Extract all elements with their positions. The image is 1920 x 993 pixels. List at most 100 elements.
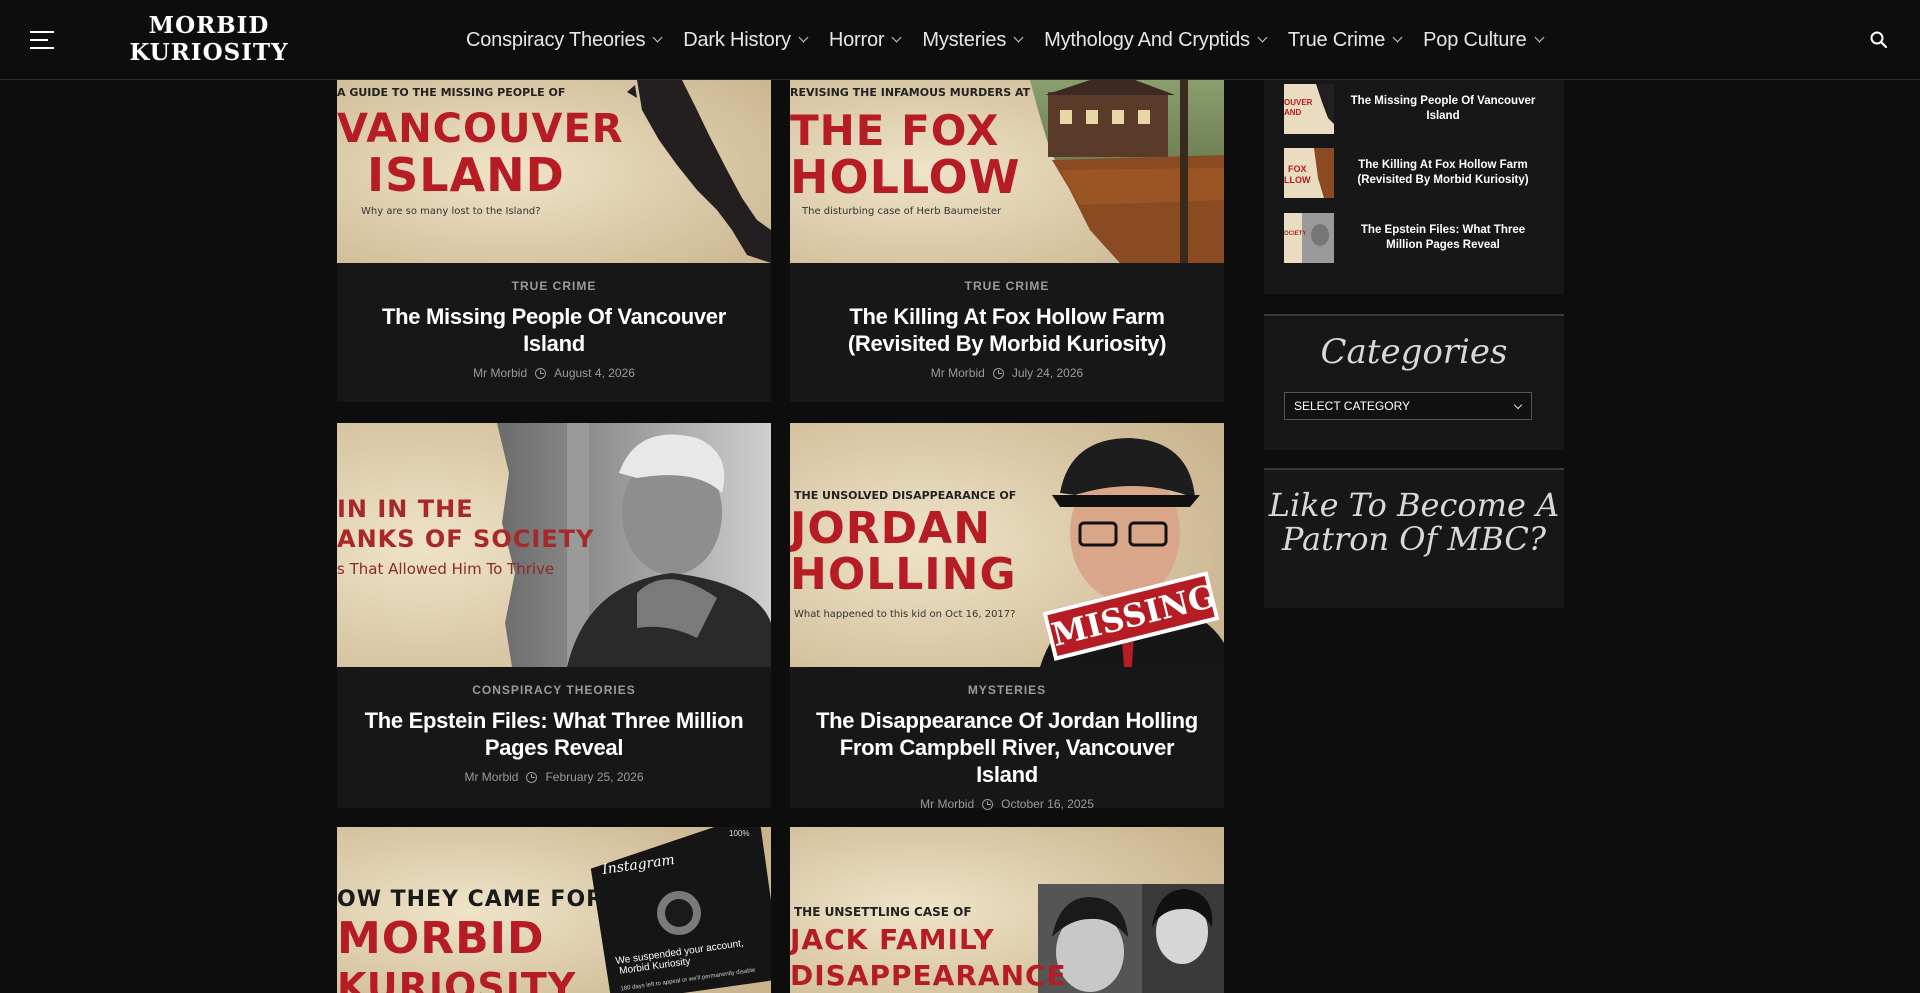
image-caption-top: THE UNSOLVED DISAPPEARANCE OF <box>794 489 1017 502</box>
post-card[interactable]: IN IN THE ANKS OF SOCIETY s That Allowed… <box>337 423 771 808</box>
image-caption-top: REVISING THE INFAMOUS MURDERS AT <box>790 86 1031 99</box>
nav-label: True Crime <box>1287 28 1386 51</box>
search-icon[interactable] <box>1870 31 1887 48</box>
post-card[interactable]: A GUIDE TO THE MISSING PEOPLE OF VANCOUV… <box>337 80 771 402</box>
post-thumbnail[interactable]: THE UNSETTLING CASE OF JACK FAMILY DISAP… <box>790 827 1224 993</box>
nav-label: Pop Culture <box>1423 28 1527 51</box>
post-thumbnail[interactable]: 100% Instagram We suspended your account… <box>337 827 771 993</box>
image-caption-big: ISLAND <box>367 148 565 202</box>
image-caption-big: OW THEY CAME FOR <box>337 887 605 912</box>
post-category[interactable]: TRUE CRIME <box>790 279 1224 293</box>
image-caption-big: JACK FAMILY <box>790 923 995 956</box>
chevron-down-icon <box>1257 32 1268 43</box>
recent-post-title[interactable]: The Epstein Files: What Three Million Pa… <box>1334 223 1544 253</box>
post-card[interactable]: REVISING THE INFAMOUS MURDERS AT THE FOX… <box>790 80 1224 402</box>
post-meta: Mr Morbid July 24, 2026 <box>790 366 1224 380</box>
recent-post-title[interactable]: The Missing People Of Vancouver Island <box>1334 94 1544 124</box>
post-meta: Mr Morbid February 25, 2026 <box>337 770 771 784</box>
post-thumbnail[interactable]: REVISING THE INFAMOUS MURDERS AT THE FOX… <box>790 80 1224 263</box>
site-header: MORBID KURIOSITY Conspiracy Theories Dar… <box>0 0 1920 80</box>
thumb-text: OUVER <box>1284 98 1313 107</box>
clock-icon <box>535 367 547 379</box>
post-author[interactable]: Mr Morbid <box>920 797 974 811</box>
chevron-down-icon <box>652 32 663 43</box>
post-date: August 4, 2026 <box>554 366 635 380</box>
post-author[interactable]: Mr Morbid <box>473 366 527 380</box>
nav-label: Mythology And Cryptids <box>1044 28 1250 51</box>
phone-status: 100% <box>729 829 750 838</box>
post-card[interactable]: THE UNSOLVED DISAPPEARANCE OF JORDAN HOL… <box>790 423 1224 811</box>
image-caption-top: A GUIDE TO THE MISSING PEOPLE OF <box>337 86 566 99</box>
categories-widget: Categories SELECT CATEGORY <box>1264 314 1564 450</box>
post-title[interactable]: The Missing People Of Vancouver Island <box>337 303 771 357</box>
post-author[interactable]: Mr Morbid <box>464 770 518 784</box>
logo-line-1: MORBID <box>148 12 270 39</box>
patron-widget: Like To Become A Patron Of MBC? <box>1264 468 1564 608</box>
image-caption-big: HOLLING <box>790 549 1017 600</box>
patron-line-1: Like To Become A <box>1268 486 1560 524</box>
thumb-text: AND <box>1284 108 1302 117</box>
post-thumbnail[interactable]: THE UNSOLVED DISAPPEARANCE OF JORDAN HOL… <box>790 423 1224 667</box>
nav-label: Horror <box>828 28 885 51</box>
post-author[interactable]: Mr Morbid <box>931 366 985 380</box>
image-caption-big: THE FOX <box>790 106 1000 155</box>
recent-post-item[interactable]: OCIETY The Epstein Files: What Three Mil… <box>1284 213 1544 263</box>
recent-post-item[interactable]: OUVER AND The Missing People Of Vancouve… <box>1284 84 1544 134</box>
image-caption-big: ANKS OF SOCIETY <box>337 525 595 553</box>
post-category[interactable]: CONSPIRACY THEORIES <box>337 683 771 697</box>
category-select[interactable]: SELECT CATEGORY <box>1284 392 1532 420</box>
thumb-text: FOX <box>1288 164 1307 174</box>
chevron-down-icon <box>1392 32 1403 43</box>
post-title[interactable]: The Epstein Files: What Three Million Pa… <box>337 707 771 761</box>
post-category[interactable]: TRUE CRIME <box>337 279 771 293</box>
nav-label: Conspiracy Theories <box>466 28 646 51</box>
image-caption-big: MORBID <box>337 913 545 964</box>
thumb-text: LLOW <box>1284 175 1311 185</box>
post-title[interactable]: The Disappearance Of Jordan Holling From… <box>790 707 1224 788</box>
post-card[interactable]: 100% Instagram We suspended your account… <box>337 827 771 993</box>
site-logo[interactable]: MORBID KURIOSITY <box>128 12 290 66</box>
select-value: SELECT CATEGORY <box>1294 399 1411 413</box>
post-date: October 16, 2025 <box>1001 797 1094 811</box>
post-thumbnail[interactable]: A GUIDE TO THE MISSING PEOPLE OF VANCOUV… <box>337 80 771 263</box>
post-card[interactable]: THE UNSETTLING CASE OF JACK FAMILY DISAP… <box>790 827 1224 993</box>
nav-item-horror[interactable]: Horror <box>828 28 902 52</box>
post-meta: Mr Morbid October 16, 2025 <box>790 797 1224 811</box>
clock-icon <box>992 367 1004 379</box>
menu-icon[interactable] <box>30 31 54 49</box>
chevron-down-icon <box>1013 32 1024 43</box>
image-caption-big: KURIOSITY <box>337 965 577 993</box>
image-caption-sub: s That Allowed Him To Thrive <box>337 560 555 578</box>
image-caption-big: VANCOUVER <box>337 106 624 152</box>
post-title[interactable]: The Killing At Fox Hollow Farm (Revisite… <box>790 303 1224 357</box>
logo-line-2: KURIOSITY <box>129 39 289 66</box>
nav-label: Mysteries <box>922 28 1007 51</box>
patron-line-2: Patron Of MBC? <box>1281 520 1547 558</box>
nav-item-mysteries[interactable]: Mysteries <box>922 28 1024 52</box>
nav-item-dark-history[interactable]: Dark History <box>683 28 809 52</box>
image-caption-sub: What happened to this kid on Oct 16, 201… <box>794 609 1016 620</box>
image-caption-top: THE UNSETTLING CASE OF <box>794 905 972 919</box>
nav-item-mythology-and-cryptids[interactable]: Mythology And Cryptids <box>1044 28 1268 52</box>
recent-posts-widget: OUVER AND The Missing People Of Vancouve… <box>1264 80 1564 294</box>
nav-item-pop-culture[interactable]: Pop Culture <box>1423 28 1544 52</box>
chevron-down-icon <box>1534 32 1544 43</box>
image-caption-sub: Why are so many lost to the Island? <box>361 206 541 217</box>
image-caption-big: HOLLOW <box>790 150 1021 204</box>
recent-post-thumbnail[interactable]: OUVER AND <box>1284 84 1334 134</box>
main-nav: Conspiracy Theories Dark History Horror … <box>466 0 1565 80</box>
recent-post-item[interactable]: FOX LLOW The Killing At Fox Hollow Farm … <box>1284 148 1544 198</box>
recent-post-thumbnail[interactable]: OCIETY <box>1284 213 1334 263</box>
post-category[interactable]: MYSTERIES <box>790 683 1224 697</box>
post-thumbnail[interactable]: IN IN THE ANKS OF SOCIETY s That Allowed… <box>337 423 771 667</box>
post-date: February 25, 2026 <box>545 770 644 784</box>
image-caption-big: DISAPPEARANCE <box>790 959 1067 992</box>
patron-heading[interactable]: Like To Become A Patron Of MBC? <box>1264 488 1564 556</box>
image-caption-sub: The disturbing case of Herb Baumeister <box>802 206 1002 217</box>
nav-label: Dark History <box>683 28 791 51</box>
nav-item-true-crime[interactable]: True Crime <box>1287 28 1403 52</box>
post-meta: Mr Morbid August 4, 2026 <box>337 366 771 380</box>
recent-post-thumbnail[interactable]: FOX LLOW <box>1284 148 1334 198</box>
recent-post-title[interactable]: The Killing At Fox Hollow Farm (Revisite… <box>1334 158 1544 188</box>
nav-item-conspiracy-theories[interactable]: Conspiracy Theories <box>466 28 663 52</box>
